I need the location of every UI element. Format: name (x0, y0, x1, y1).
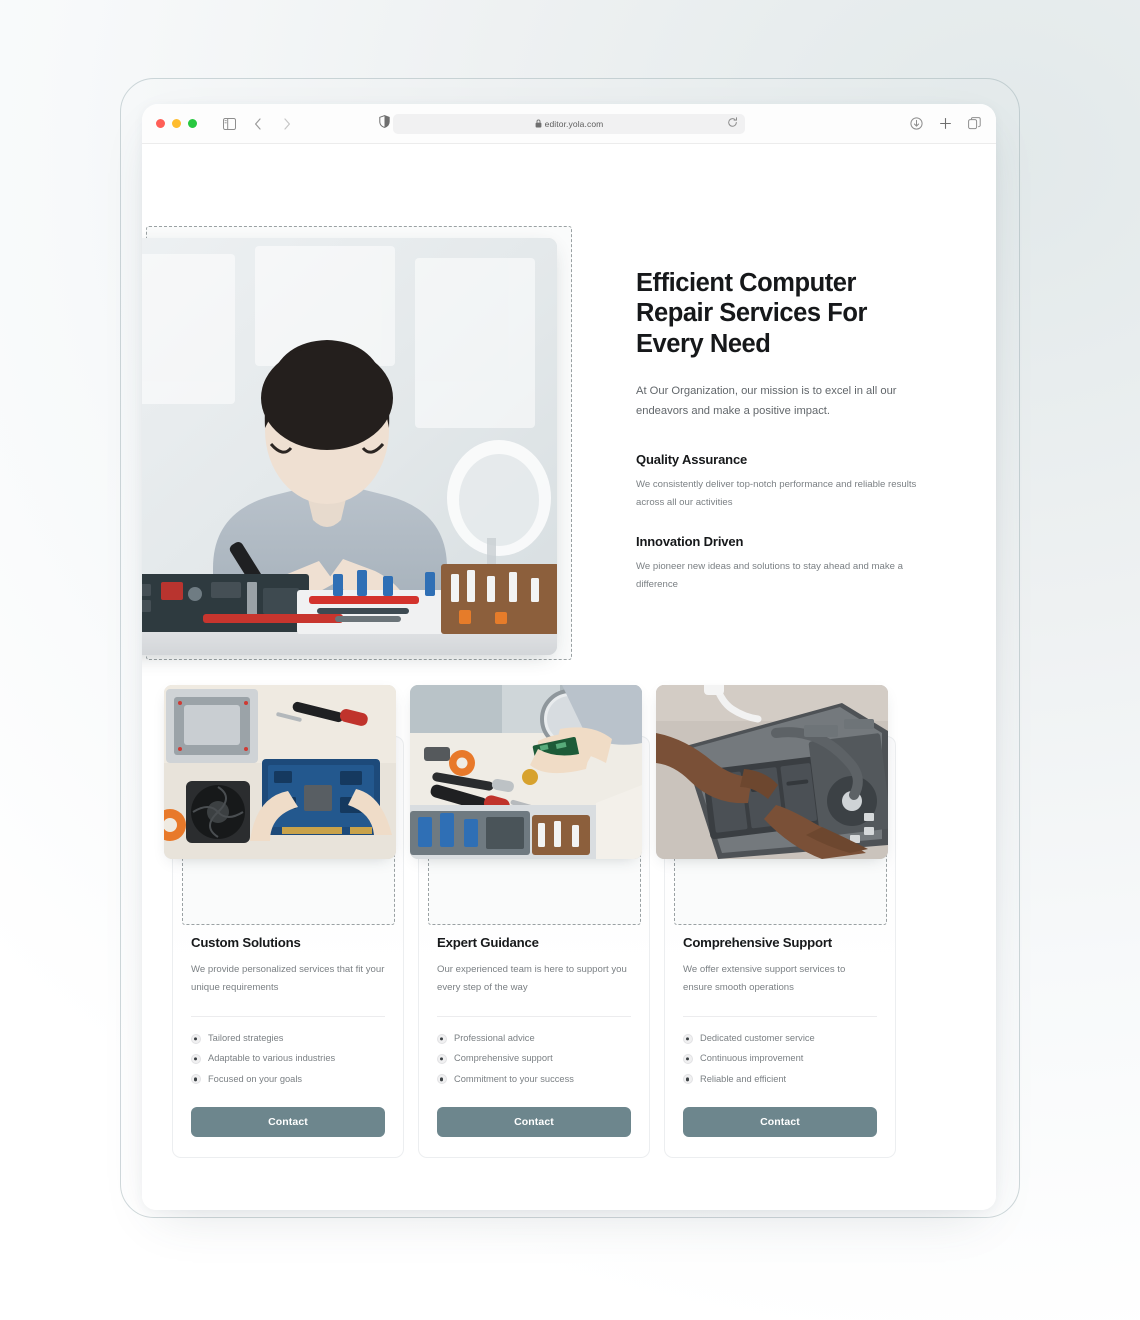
feature-body-innovation-driven: We pioneer new ideas and solutions to st… (636, 561, 904, 590)
reload-icon[interactable] (727, 115, 738, 133)
sidebar-toggle-icon[interactable] (221, 116, 237, 132)
service-card-custom-solutions[interactable]: Custom Solutions We provide personalized… (164, 685, 404, 1158)
tab-overview-icon[interactable] (966, 116, 982, 132)
list-item: Commitment to your success (437, 1069, 631, 1089)
navigation-controls (221, 116, 295, 132)
url-text: editor.yola.com (544, 118, 604, 129)
address-bar[interactable]: editor.yola.com (393, 113, 745, 134)
card-description: We offer extensive support services to e… (683, 964, 846, 993)
page-title: Efficient Computer Repair Services For E… (636, 269, 867, 358)
list-item: Continuous improvement (683, 1049, 877, 1069)
hero-text-block: Efficient Computer Repair Services For E… (636, 268, 928, 594)
card-divider (437, 1015, 631, 1017)
card-body: Comprehensive Support We offer extensive… (683, 737, 877, 1137)
service-cards-row: Custom Solutions We provide personalized… (164, 685, 964, 1158)
privacy-shield-icon[interactable] (379, 114, 390, 133)
browser-window: editor.yola.com Efficient Computer Repai… (142, 104, 996, 1210)
download-icon[interactable] (908, 116, 924, 132)
list-item: Adaptable to various industries (191, 1049, 385, 1069)
list-item: Comprehensive support (437, 1049, 631, 1069)
card-title: Custom Solutions (191, 935, 301, 950)
close-window-button[interactable] (156, 119, 165, 128)
feature-title-innovation-driven: Innovation Driven (636, 534, 744, 550)
page-viewport: Efficient Computer Repair Services For E… (142, 144, 996, 1210)
card-body: Custom Solutions We provide personalized… (191, 737, 385, 1137)
card-feature-list: Tailored strategies Adaptable to various… (191, 1029, 385, 1090)
card-title: Expert Guidance (437, 935, 539, 950)
feature-body-quality-assurance: We consistently deliver top-notch perfor… (636, 478, 917, 508)
list-item: Tailored strategies (191, 1029, 385, 1049)
card-description: Our experienced team is here to support … (437, 964, 627, 993)
service-card-expert-guidance[interactable]: Expert Guidance Our experienced team is … (410, 685, 650, 1158)
address-bar-text: editor.yola.com (535, 119, 604, 129)
card-feature-list: Professional advice Comprehensive suppor… (437, 1029, 631, 1090)
card-divider (683, 1015, 877, 1017)
hero-image[interactable] (142, 238, 557, 655)
browser-toolbar: editor.yola.com (142, 104, 996, 144)
back-chevron-icon[interactable] (250, 116, 266, 132)
contact-button[interactable]: Contact (437, 1106, 631, 1137)
list-item: Focused on your goals (191, 1069, 385, 1089)
list-item: Reliable and efficient (683, 1069, 877, 1089)
card-body: Expert Guidance Our experienced team is … (437, 737, 631, 1137)
window-controls[interactable] (156, 119, 197, 128)
maximize-window-button[interactable] (188, 119, 197, 128)
card-feature-list: Dedicated customer service Continuous im… (683, 1029, 877, 1090)
contact-button[interactable]: Contact (683, 1106, 877, 1137)
card-divider (191, 1015, 385, 1017)
feature-title-quality-assurance: Quality Assurance (636, 451, 748, 467)
card-description: We provide personalized services that fi… (191, 964, 385, 993)
hero-lead-text: At Our Organization, our mission is to e… (636, 385, 897, 418)
list-item: Professional advice (437, 1029, 631, 1049)
contact-button[interactable]: Contact (191, 1106, 385, 1137)
toolbar-right-actions (908, 116, 982, 132)
lock-icon (535, 119, 542, 128)
list-item: Dedicated customer service (683, 1029, 877, 1049)
card-title: Comprehensive Support (683, 935, 832, 950)
plus-icon[interactable] (937, 116, 953, 132)
service-card-comprehensive-support[interactable]: Comprehensive Support We offer extensive… (656, 685, 896, 1158)
minimize-window-button[interactable] (172, 119, 181, 128)
forward-chevron-icon[interactable] (279, 116, 295, 132)
address-bar-container: editor.yola.com (393, 113, 745, 134)
